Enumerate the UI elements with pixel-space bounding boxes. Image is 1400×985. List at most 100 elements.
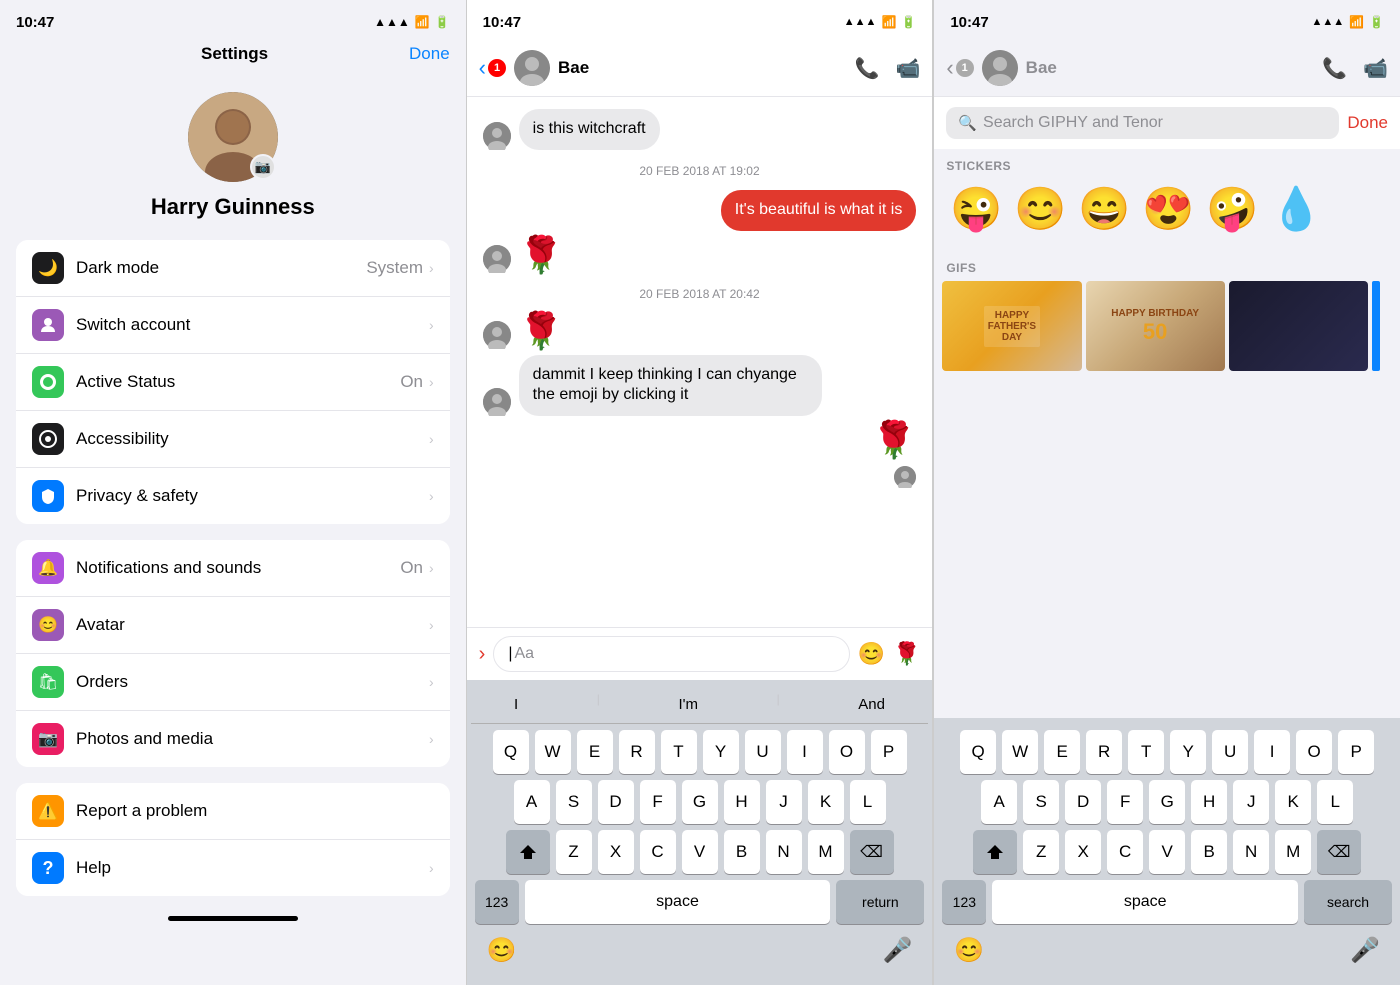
key-k[interactable]: K [808,780,844,824]
key-u[interactable]: U [745,730,781,774]
settings-item-photos[interactable]: 📷 Photos and media › [16,711,450,767]
key-p[interactable]: P [871,730,907,774]
emoji-picker-button-3[interactable]: 😊 [954,936,984,965]
video-call-button[interactable]: 📹 [895,56,920,81]
sticker-6[interactable]: 💧 [1266,179,1326,239]
key3-b[interactable]: B [1191,830,1227,874]
delete-key-3[interactable]: ⌫ [1317,830,1361,874]
settings-done-button[interactable]: Done [409,44,450,64]
key-q[interactable]: Q [493,730,529,774]
key-x[interactable]: X [598,830,634,874]
key-n[interactable]: N [766,830,802,874]
phone-call-button[interactable]: 📞 [855,56,880,81]
key3-t[interactable]: T [1128,730,1164,774]
key-j[interactable]: J [766,780,802,824]
key3-p[interactable]: P [1338,730,1374,774]
key3-e[interactable]: E [1044,730,1080,774]
key-o[interactable]: O [829,730,865,774]
key3-d[interactable]: D [1065,780,1101,824]
key-w[interactable]: W [535,730,571,774]
key3-a[interactable]: A [981,780,1017,824]
delete-key[interactable]: ⌫ [850,830,894,874]
space-key-3[interactable]: space [992,880,1298,924]
key-l[interactable]: L [850,780,886,824]
settings-item-notifications[interactable]: 🔔 Notifications and sounds On › [16,540,450,597]
key3-q[interactable]: Q [960,730,996,774]
key3-n[interactable]: N [1233,830,1269,874]
expand-button[interactable]: › [479,643,486,666]
key3-k[interactable]: K [1275,780,1311,824]
key-h[interactable]: H [724,780,760,824]
phone-call-button-3[interactable]: 📞 [1322,56,1347,81]
settings-item-orders[interactable]: 🛍 Orders › [16,654,450,711]
key-z[interactable]: Z [556,830,592,874]
key3-i[interactable]: I [1254,730,1290,774]
emoji-picker-button[interactable]: 😊 [487,936,517,965]
chat-contact-name[interactable]: Bae [558,58,847,78]
key3-123[interactable]: 123 [942,880,986,924]
message-input[interactable]: | Aa [493,636,849,672]
settings-item-active-status[interactable]: Active Status On › [16,354,450,411]
space-key[interactable]: space [525,880,831,924]
key-m[interactable]: M [808,830,844,874]
suggestion-3[interactable]: And [850,692,893,717]
key3-s[interactable]: S [1023,780,1059,824]
key3-u[interactable]: U [1212,730,1248,774]
mic-button[interactable]: 🎤 [882,936,912,965]
key3-g[interactable]: G [1149,780,1185,824]
key-b[interactable]: B [724,830,760,874]
chat-contact-avatar-3[interactable] [982,50,1018,86]
gif-item-1[interactable]: HAPPYFATHER'SDAY [942,281,1081,371]
suggestion-1[interactable]: I [506,692,526,717]
key3-z[interactable]: Z [1023,830,1059,874]
key3-c[interactable]: C [1107,830,1143,874]
back-button[interactable]: ‹ 1 [479,55,506,81]
key-a[interactable]: A [514,780,550,824]
settings-item-privacy[interactable]: Privacy & safety › [16,468,450,524]
key-r[interactable]: R [619,730,655,774]
key3-o[interactable]: O [1296,730,1332,774]
mic-button-3[interactable]: 🎤 [1350,936,1380,965]
key-123[interactable]: 123 [475,880,519,924]
key3-j[interactable]: J [1233,780,1269,824]
key3-m[interactable]: M [1275,830,1311,874]
settings-item-avatar[interactable]: 😊 Avatar › [16,597,450,654]
sticker-4[interactable]: 😍 [1138,179,1198,239]
return-key[interactable]: return [836,880,924,924]
key3-r[interactable]: R [1086,730,1122,774]
key3-v[interactable]: V [1149,830,1185,874]
video-call-button-3[interactable]: 📹 [1363,56,1388,81]
search-key[interactable]: search [1304,880,1392,924]
settings-item-accessibility[interactable]: Accessibility › [16,411,450,468]
key3-x[interactable]: X [1065,830,1101,874]
sticker-3[interactable]: 😄 [1074,179,1134,239]
key3-w[interactable]: W [1002,730,1038,774]
emoji-button[interactable]: 😊 [858,641,885,667]
avatar-container[interactable]: 📷 [188,92,278,182]
key3-l[interactable]: L [1317,780,1353,824]
key-f[interactable]: F [640,780,676,824]
key-c[interactable]: C [640,830,676,874]
gif-item-3[interactable] [1229,281,1368,371]
camera-badge[interactable]: 📷 [250,154,276,180]
giphy-search-bar[interactable]: 🔍 Search GIPHY and Tenor [946,107,1339,139]
key-s[interactable]: S [556,780,592,824]
suggestion-2[interactable]: I'm [670,692,706,717]
settings-item-help[interactable]: ? Help › [16,840,450,896]
rose-button[interactable]: 🌹 [893,641,920,667]
sticker-2[interactable]: 😊 [1010,179,1070,239]
sticker-1[interactable]: 😜 [946,179,1006,239]
sticker-5[interactable]: 🤪 [1202,179,1262,239]
settings-item-dark-mode[interactable]: 🌙 Dark mode System › [16,240,450,297]
gif-item-2[interactable]: HAPPY BIRTHDAY50 [1086,281,1225,371]
shift-key[interactable] [506,830,550,874]
key3-f[interactable]: F [1107,780,1143,824]
shift-key-3[interactable] [973,830,1017,874]
key-i[interactable]: I [787,730,823,774]
settings-item-report[interactable]: ⚠️ Report a problem [16,783,450,840]
chat-contact-avatar[interactable] [514,50,550,86]
key-y[interactable]: Y [703,730,739,774]
key3-h[interactable]: H [1191,780,1227,824]
giphy-done-button[interactable]: Done [1347,113,1388,133]
key-g[interactable]: G [682,780,718,824]
